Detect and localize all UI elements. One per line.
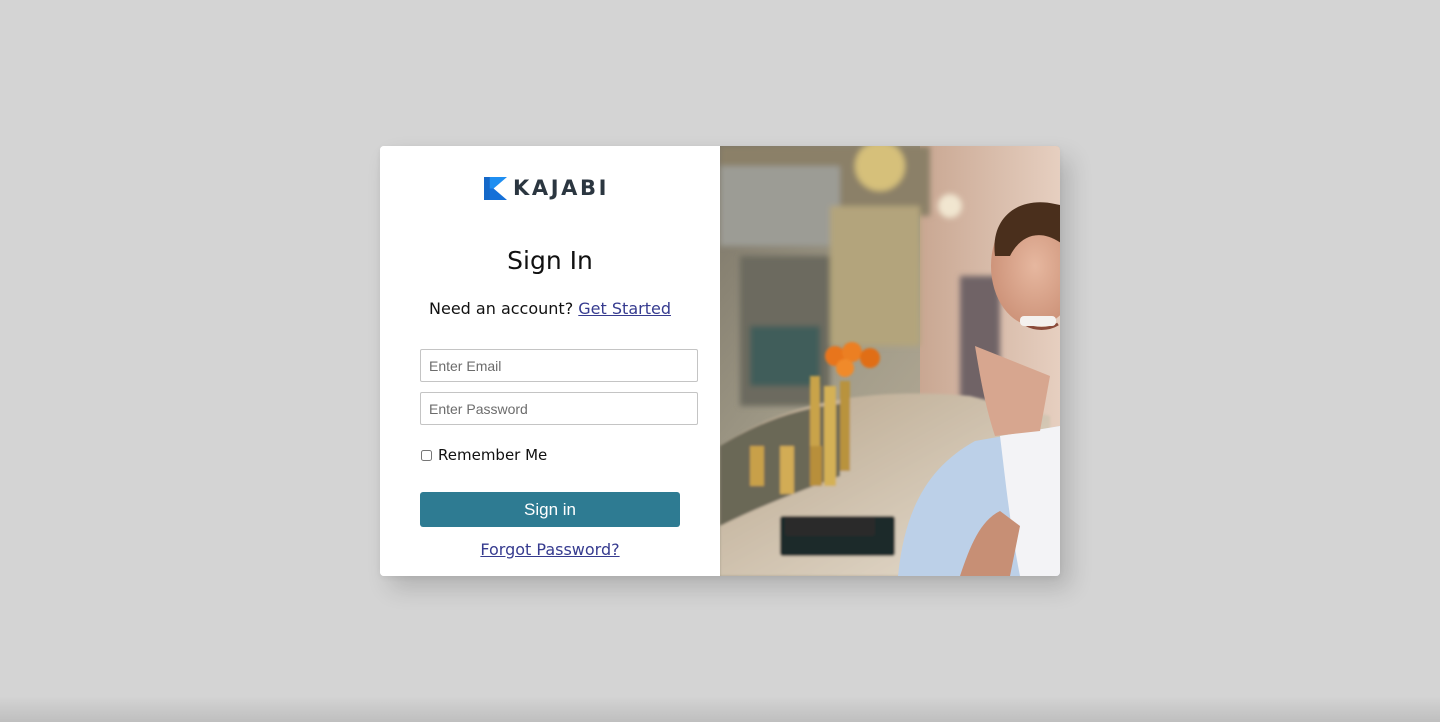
signin-form-pane: KAJABI Sign In Need an account? Get Star…: [380, 146, 720, 576]
bottom-shade: [0, 696, 1440, 722]
signin-card: KAJABI Sign In Need an account? Get Star…: [380, 146, 1060, 576]
page-title: Sign In: [507, 246, 593, 275]
password-field[interactable]: [420, 392, 698, 425]
page-background: KAJABI Sign In Need an account? Get Star…: [0, 0, 1440, 722]
remember-me-label: Remember Me: [438, 446, 548, 464]
restaurant-bar-photo-icon: [720, 146, 1060, 576]
account-prompt-text: Need an account?: [429, 299, 574, 318]
email-field[interactable]: [420, 349, 698, 382]
kajabi-logo: KAJABI: [484, 176, 609, 200]
kajabi-wordmark: KAJABI: [513, 175, 610, 200]
remember-me-checkbox[interactable]: [421, 449, 432, 461]
hero-photo: [720, 146, 1060, 576]
sign-in-button[interactable]: Sign in: [420, 492, 680, 527]
get-started-link[interactable]: Get Started: [578, 299, 671, 318]
remember-me-row[interactable]: Remember Me: [420, 446, 547, 464]
forgot-password-link[interactable]: Forgot Password?: [380, 540, 720, 559]
kajabi-logo-icon: [484, 176, 507, 200]
account-prompt-line: Need an account? Get Started: [380, 299, 720, 318]
